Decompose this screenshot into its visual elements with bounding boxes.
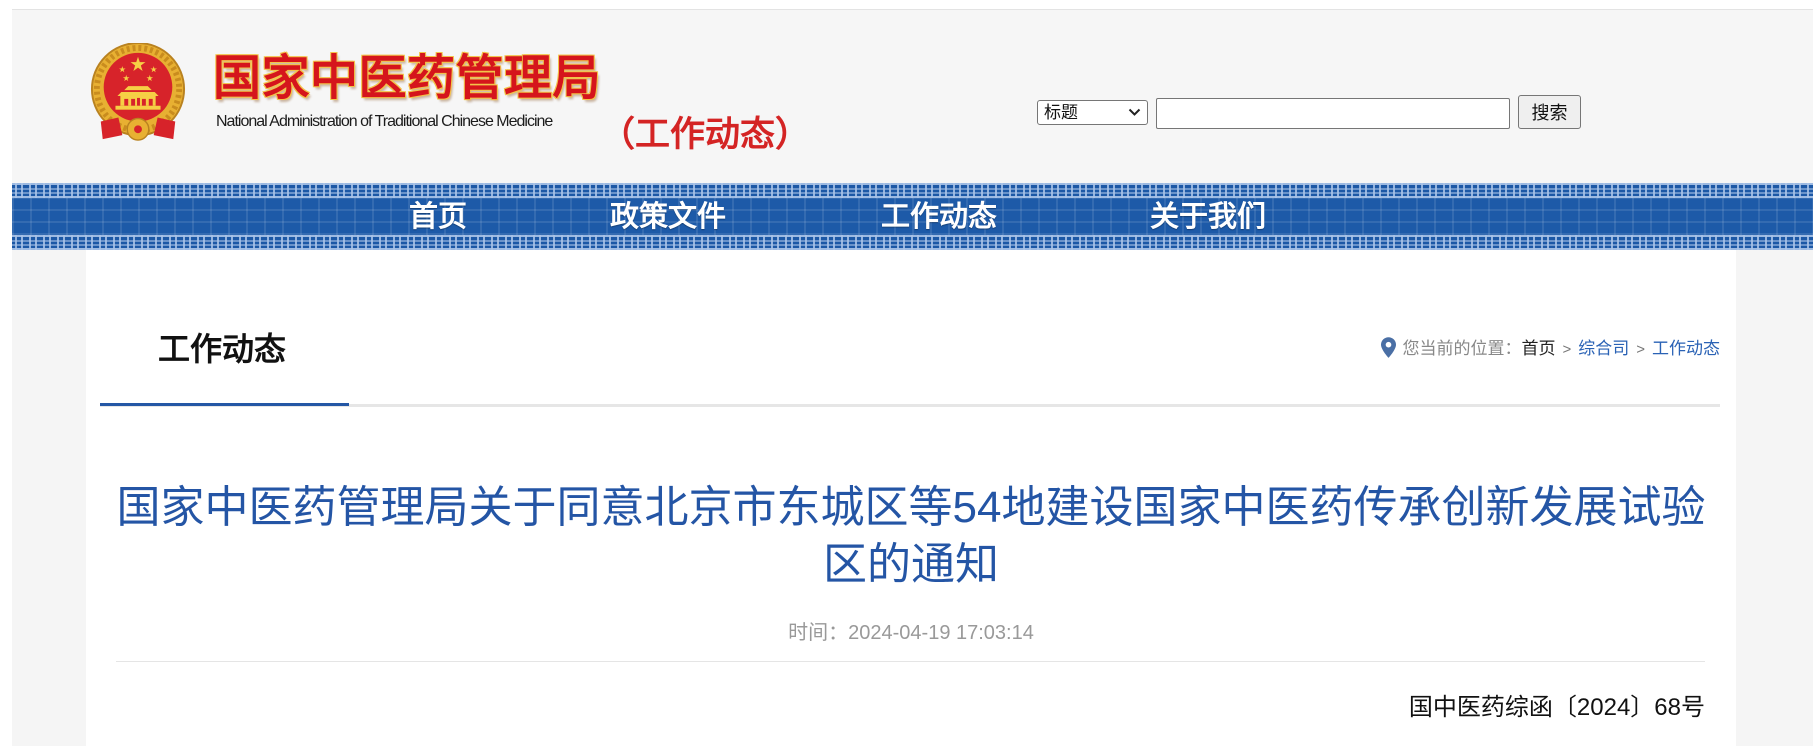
org-name-cn: 国家中医药管理局 bbox=[213, 52, 602, 105]
document-number: 国中医药综函〔2024〕68号 bbox=[1408, 694, 1705, 721]
article-publish-time: 时间：2024-04-19 17:03:14 bbox=[86, 620, 1736, 646]
nav-item-policy-documents[interactable]: 政策文件 bbox=[610, 184, 726, 250]
breadcrumb-home-link[interactable]: 首页 bbox=[1521, 339, 1555, 358]
section-tag: （工作动态） bbox=[600, 115, 811, 154]
search-button[interactable]: 搜索 bbox=[1518, 95, 1581, 129]
nav-item-home[interactable]: 首页 bbox=[409, 184, 467, 250]
section-title: 工作动态 bbox=[158, 331, 287, 367]
article-header-divider bbox=[116, 661, 1705, 662]
nav-item-about-us[interactable]: 关于我们 bbox=[1150, 184, 1266, 250]
time-value: 2024-04-19 17:03:14 bbox=[848, 622, 1034, 644]
ribbon-and-cog bbox=[100, 117, 176, 141]
breadcrumb-department-link[interactable]: 综合司 bbox=[1578, 339, 1629, 358]
main-nav: 首页 政策文件 工作动态 关于我们 bbox=[12, 183, 1813, 250]
search-field-select[interactable]: 标题 bbox=[1037, 100, 1148, 125]
search-field-select-value: 标题 bbox=[1044, 103, 1078, 122]
chevron-down-icon bbox=[1128, 108, 1141, 116]
breadcrumb-separator: > bbox=[1636, 341, 1645, 358]
breadcrumb-prefix: 您当前的位置： bbox=[1402, 339, 1522, 358]
time-label: 时间： bbox=[788, 622, 849, 644]
article-title: 国家中医药管理局关于同意北京市东城区等54地建设国家中医药传承创新发展试验区的通… bbox=[116, 483, 1706, 589]
section-title-underline bbox=[100, 403, 349, 406]
national-emblem-logo bbox=[90, 43, 186, 141]
content-panel: 工作动态 您当前的位置：首页 > 综合司 > 工作动态 国家中医药管理局关于同意北京市东… bbox=[86, 250, 1736, 746]
breadcrumb-section-link[interactable]: 工作动态 bbox=[1652, 339, 1720, 358]
breadcrumb: 您当前的位置：首页 > 综合司 > 工作动态 bbox=[1381, 337, 1720, 362]
location-pin-icon bbox=[1381, 337, 1397, 358]
breadcrumb-separator: > bbox=[1562, 341, 1572, 358]
org-name-en: National Administration of Traditional C… bbox=[216, 113, 553, 130]
nav-item-work-news[interactable]: 工作动态 bbox=[881, 184, 997, 250]
search-input[interactable] bbox=[1156, 98, 1510, 129]
